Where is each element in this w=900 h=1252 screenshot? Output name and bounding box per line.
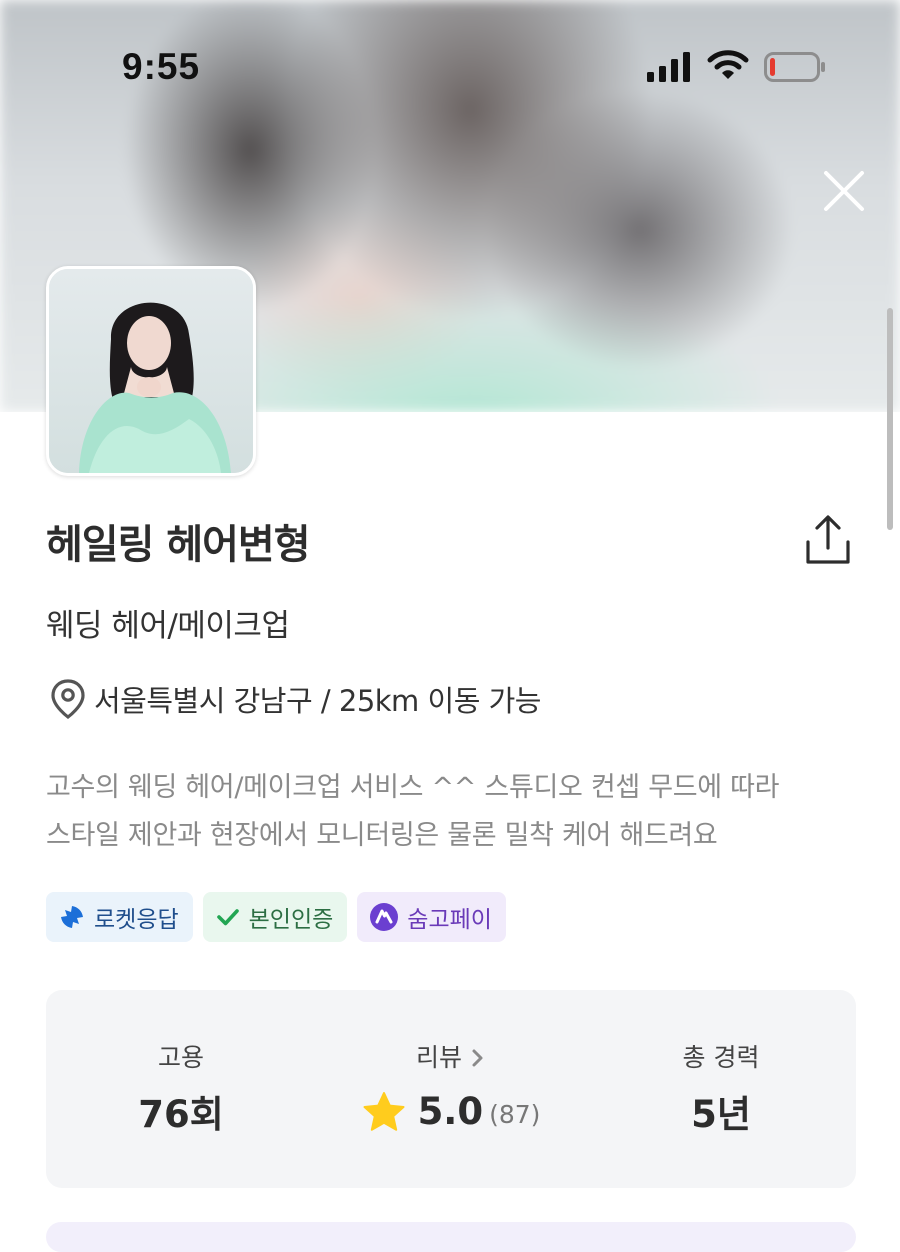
stat-value: 76회 [138, 1093, 224, 1136]
badge-list: 로켓응답 본인인증 숨고페이 [46, 892, 506, 942]
pay-logo-icon [370, 903, 399, 931]
badge-label: 로켓응답 [94, 907, 179, 933]
stat-label: 고용 [157, 1043, 204, 1072]
stats-card: 고용 76회 리뷰 5.0 (87) 총 경력 5년 [46, 990, 856, 1188]
badge-label: 숨고페이 [407, 907, 492, 933]
description-line: 스타일 제안과 현장에서 모니터링은 물론 밀착 케어 해드려요 [46, 820, 718, 851]
battery-icon [764, 52, 825, 82]
share-button[interactable] [800, 512, 856, 568]
rating-value: 5.0 [417, 1090, 484, 1133]
badge-soomgo-pay[interactable]: 숨고페이 [357, 892, 506, 942]
signal-icon [647, 52, 690, 82]
location-pin-icon [51, 679, 85, 719]
badge-label: 본인인증 [248, 907, 334, 933]
close-button[interactable] [818, 165, 870, 217]
location-text: 서울특별시 강남구 / 25km 이동 가능 [94, 684, 541, 718]
service-category: 웨딩 헤어/메이크업 [46, 608, 290, 644]
stat-label[interactable]: 리뷰 [316, 1038, 586, 1074]
avatar[interactable] [46, 266, 256, 476]
page-title: 헤일링 헤어변형 [46, 522, 311, 568]
share-icon [806, 515, 850, 564]
review-count: (87) [489, 1100, 541, 1129]
location-row: 서울특별시 강남구 / 25km 이동 가능 [46, 677, 541, 721]
wifi-icon [707, 50, 749, 79]
description: 고수의 웨딩 헤어/메이크업 서비스 ^^ 스튜디오 컨셉 무드에 따라 스타일… [46, 764, 866, 860]
badge-verified[interactable]: 본인인증 [202, 892, 348, 942]
check-icon [216, 909, 239, 926]
star-icon [363, 1091, 405, 1131]
rocket-icon [61, 906, 83, 928]
next-section-card [46, 1222, 856, 1252]
chevron-right-icon [472, 1049, 483, 1067]
badge-rocket-response[interactable]: 로켓응답 [46, 892, 193, 942]
stat-value: 5년 [691, 1093, 751, 1136]
status-time: 9:55 [122, 46, 201, 87]
stat-label: 총 경력 [682, 1043, 760, 1072]
reviews-link-label[interactable]: 리뷰 [416, 1043, 462, 1072]
description-line: 고수의 웨딩 헤어/메이크업 서비스 ^^ 스튜디오 컨셉 무드에 따라 [46, 772, 780, 803]
scrollbar[interactable] [887, 308, 893, 530]
close-icon [824, 171, 864, 211]
review-rating-row: 5.0 (87) [316, 1090, 586, 1133]
